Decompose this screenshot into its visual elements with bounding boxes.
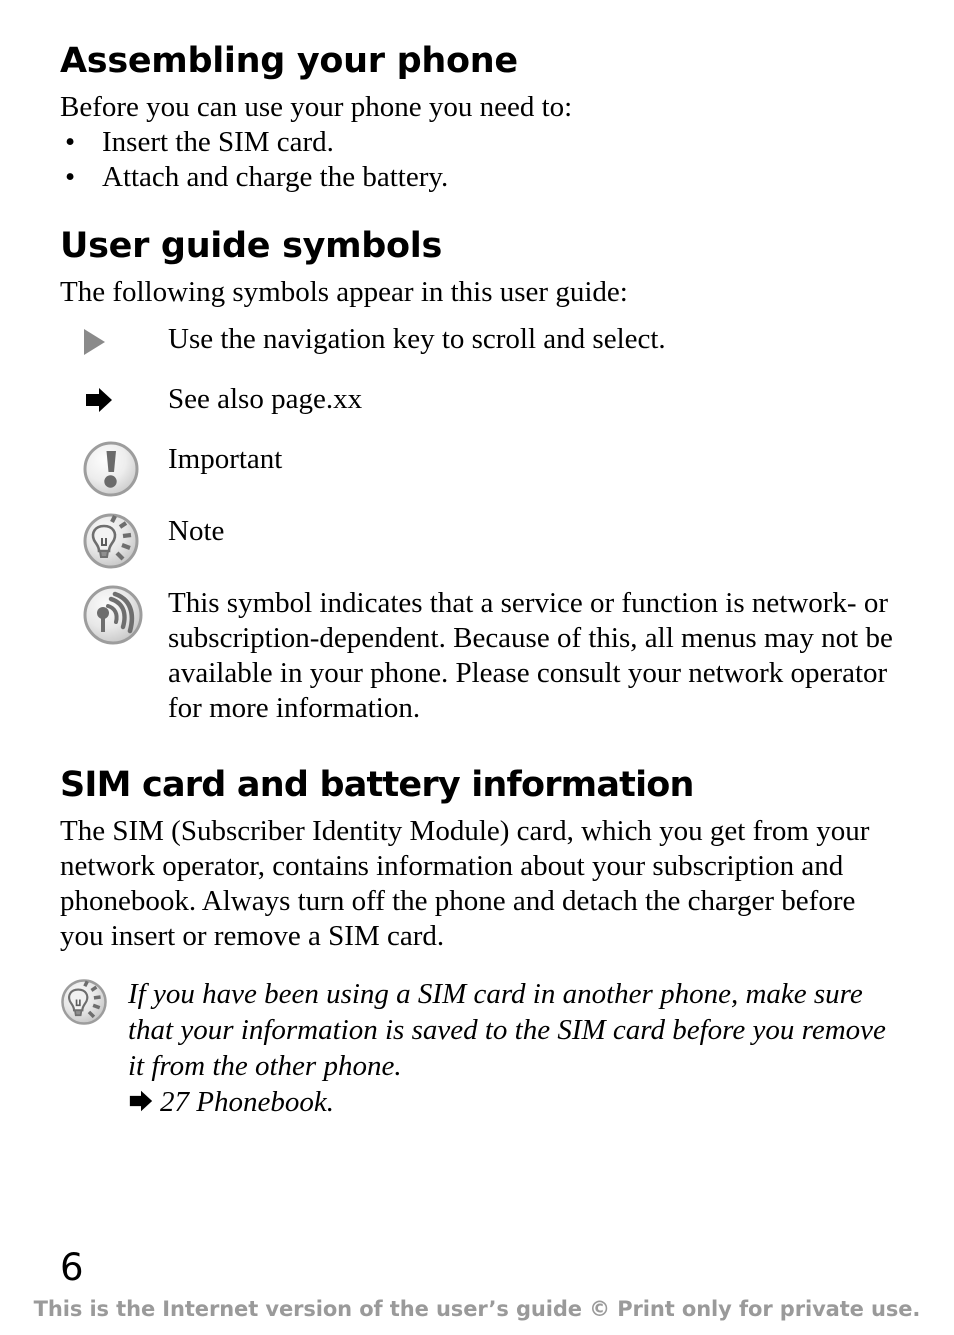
symbol-row-navigation-key: Use the navigation key to scroll and sel…: [60, 322, 900, 362]
symbol-row-see-also: See also page.xx: [60, 382, 900, 422]
block-arrow-right-icon: [84, 382, 144, 422]
assembling-bullet-list: • Insert the SIM card. • Attach and char…: [60, 125, 900, 195]
list-item-label: Insert the SIM card.: [102, 126, 334, 158]
symbol-row-label: Use the navigation key to scroll and sel…: [168, 323, 666, 355]
bullet-dot-icon: •: [65, 126, 76, 158]
symbol-row-important: Important: [60, 441, 900, 497]
heading-assembling-your-phone: Assembling your phone: [60, 41, 518, 81]
block-arrow-right-icon: [129, 1090, 153, 1112]
page-content: Assembling your phone Before you can use…: [60, 44, 900, 1120]
network-signal-icon: [82, 584, 144, 651]
sim-card-note-text: If you have been using a SIM card in ano…: [128, 978, 886, 1082]
symbol-row-label: This symbol indicates that a service or …: [168, 587, 893, 724]
heading-sim-card-and-battery-information: SIM card and battery information: [60, 765, 694, 805]
symbol-row-label: See also page.xx: [168, 383, 363, 415]
footer-notice: This is the Internet version of the user…: [33, 1297, 921, 1321]
note-lightbulb-icon: [60, 978, 108, 1035]
sim-card-note-block: If you have been using a SIM card in ano…: [60, 976, 900, 1120]
important-exclamation-icon: [82, 440, 140, 503]
sim-card-note-reference-label: 27 Phonebook.: [160, 1086, 334, 1118]
sim-card-body-text: The SIM (Subscriber Identity Module) car…: [60, 815, 870, 952]
document-page: Assembling your phone Before you can use…: [0, 0, 954, 1335]
sim-card-note-reference: 27 Phonebook.: [128, 1084, 900, 1120]
triangle-right-icon: [84, 322, 144, 362]
heading-user-guide-symbols: User guide symbols: [60, 226, 443, 266]
user-guide-symbols-intro: The following symbols appear in this use…: [60, 276, 628, 308]
symbol-row-label: Note: [168, 515, 225, 547]
list-item: • Insert the SIM card.: [60, 125, 900, 160]
symbol-legend-list: Use the navigation key to scroll and sel…: [60, 322, 900, 726]
symbol-row-note: Note: [60, 513, 900, 569]
symbol-row-label: Important: [168, 443, 283, 475]
list-item: • Attach and charge the battery.: [60, 160, 900, 195]
page-number: 6: [60, 1246, 84, 1289]
bullet-dot-icon: •: [65, 161, 76, 193]
assembling-intro-text: Before you can use your phone you need t…: [60, 91, 573, 123]
list-item-label: Attach and charge the battery.: [102, 161, 449, 193]
symbol-row-network-dependent: This symbol indicates that a service or …: [60, 584, 900, 726]
note-lightbulb-icon: [82, 512, 140, 575]
